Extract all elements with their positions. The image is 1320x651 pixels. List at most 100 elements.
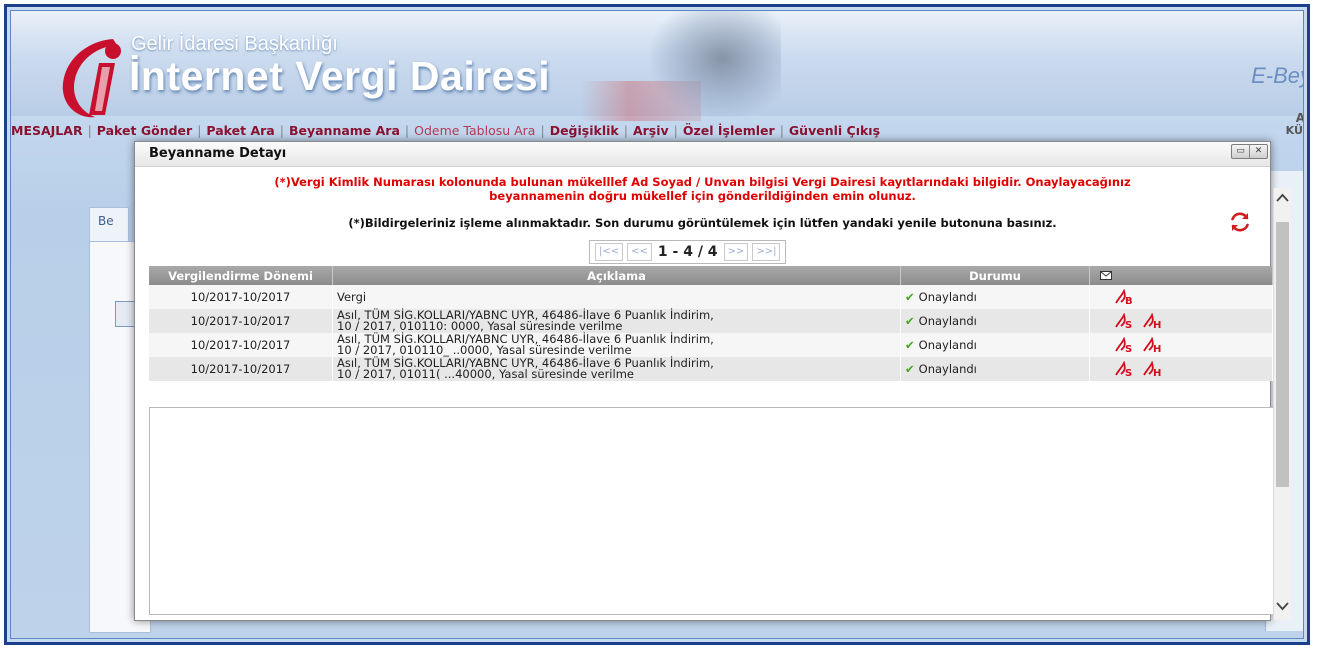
cell-aciklama: Asıl, TÜM SİG.KOLLARI/YABNC UYR, 46486-İ… xyxy=(332,333,901,357)
envelope-icon xyxy=(1100,270,1112,280)
status-text: Onaylandı xyxy=(918,290,977,304)
pdf-icon[interactable]: S xyxy=(1114,361,1136,377)
pdf-icon[interactable]: H xyxy=(1142,337,1164,353)
cell-aciklama-line: 10 / 2017, 010110_ ..0000, Yasal süresin… xyxy=(337,343,632,357)
cell-durum: ✔ Onaylandı xyxy=(900,285,1090,309)
menu-item-mesajlar[interactable]: MESAJLAR xyxy=(11,123,83,138)
site-header: Gelir İdaresi Başkanlığı İnternet Vergi … xyxy=(11,11,1303,121)
status-text: Onaylandı xyxy=(918,314,977,328)
menu-item-guvenli-cikis[interactable]: Güvenli Çıkış xyxy=(789,123,880,138)
dialog-titlebar: Beyanname Detayı ▭ ✕ xyxy=(135,142,1270,167)
column-header-donem[interactable]: Vergilendirme Dönemi xyxy=(149,266,333,285)
cell-durum: ✔ Onaylandı xyxy=(900,333,1090,357)
check-icon: ✔ xyxy=(905,362,915,376)
status-text: Onaylandı xyxy=(918,338,977,352)
pdf-icon-letter: H xyxy=(1153,368,1161,377)
cell-donem: 10/2017-10/2017 xyxy=(149,309,333,333)
warning-line-2: beyannamenin doğru mükellef için gönderi… xyxy=(489,189,916,203)
menu-item-beyanname-ara[interactable]: Beyanname Ara xyxy=(289,123,400,138)
page-info: 1 - 4 / 4 xyxy=(657,244,718,260)
pagination: |<< << 1 - 4 / 4 >> >>| xyxy=(589,240,787,264)
cell-aciklama: Asıl, TÜM SİG.KOLLARI/YABNC UYR, 46486-İ… xyxy=(332,357,901,381)
menu-separator: | xyxy=(673,123,678,138)
menu-separator: | xyxy=(404,123,410,138)
refresh-icon[interactable] xyxy=(1228,210,1252,234)
detail-panel xyxy=(149,407,1275,615)
table-header-row: Vergilendirme Dönemi Açıklama Durumu xyxy=(149,266,1273,285)
first-page-button[interactable]: |<< xyxy=(595,243,624,261)
cell-durum: ✔ Onaylandı xyxy=(900,309,1090,333)
column-header-durum[interactable]: Durumu xyxy=(900,266,1090,285)
check-icon: ✔ xyxy=(905,338,915,352)
pdf-icon-letter: B xyxy=(1125,296,1133,305)
pdf-icon[interactable]: H xyxy=(1142,361,1164,377)
cell-aciklama: Vergi xyxy=(332,285,901,309)
column-header-aciklama[interactable]: Açıklama xyxy=(332,266,901,285)
check-icon: ✔ xyxy=(905,314,915,328)
pdf-icon-letter: H xyxy=(1153,320,1161,329)
cell-donem: 10/2017-10/2017 xyxy=(149,333,333,357)
portrait-image xyxy=(651,11,781,117)
pdf-icon-letter: S xyxy=(1125,344,1132,353)
site-title: İnternet Vergi Dairesi xyxy=(129,53,551,99)
cell-donem: 10/2017-10/2017 xyxy=(149,285,333,309)
gib-logo xyxy=(62,39,121,118)
cell-aciklama-line: 10 / 2017, 010110: 0000, Yasal süresinde… xyxy=(337,319,623,333)
window-controls: ▭ ✕ xyxy=(1231,144,1268,159)
pdf-icon[interactable]: H xyxy=(1142,313,1164,329)
column-header-mail xyxy=(1089,266,1273,285)
info-message: (*)Bildirgeleriniz işleme alınmaktadır. … xyxy=(348,216,1057,230)
cell-actions: S H xyxy=(1089,357,1273,381)
menu-separator: | xyxy=(623,123,628,138)
table-row[interactable]: 10/2017-10/2017 Vergi ✔ Onaylandı B xyxy=(149,285,1273,309)
cell-aciklama: Asıl, TÜM SİG.KOLLARI/YABNC UYR, 46486-İ… xyxy=(332,309,901,333)
app-frame: Gelir İdaresi Başkanlığı İnternet Vergi … xyxy=(4,4,1310,645)
table-row[interactable]: 10/2017-10/2017 Asıl, TÜM SİG.KOLLARI/YA… xyxy=(149,309,1273,333)
menu-item-arsiv[interactable]: Arşiv xyxy=(633,123,669,138)
maximize-button[interactable]: ▭ xyxy=(1232,145,1249,158)
table-row[interactable]: 10/2017-10/2017 Asıl, TÜM SİG.KOLLARI/YA… xyxy=(149,357,1273,381)
menu-item-paket-ara[interactable]: Paket Ara xyxy=(206,123,274,138)
vertical-scrollbar[interactable] xyxy=(1273,188,1291,620)
previous-page-button[interactable]: << xyxy=(627,243,652,261)
menu-right-fragment: A xyxy=(1296,111,1303,125)
app-window: Gelir İdaresi Başkanlığı İnternet Vergi … xyxy=(10,10,1304,639)
cell-actions: S H xyxy=(1089,333,1273,357)
menu-item-kucuk[interactable]: KÜÇ xyxy=(1286,124,1303,137)
cell-durum: ✔ Onaylandı xyxy=(900,357,1090,381)
product-name: E-Bey xyxy=(1251,63,1303,88)
pdf-icon-letter: H xyxy=(1153,344,1161,353)
pdf-icon[interactable]: S xyxy=(1114,313,1136,329)
close-button[interactable]: ✕ xyxy=(1249,145,1267,158)
table-row[interactable]: 10/2017-10/2017 Asıl, TÜM SİG.KOLLARI/YA… xyxy=(149,333,1273,357)
cell-aciklama-line: 10 / 2017, 01011( ...40000, Yasal süresi… xyxy=(337,367,634,381)
last-page-button[interactable]: >>| xyxy=(752,243,781,261)
cell-aciklama-line: Vergi xyxy=(337,289,367,304)
menu-separator: | xyxy=(540,123,545,138)
beyanname-detay-dialog: Beyanname Detayı ▭ ✕ (*)Vergi Kimlik Num… xyxy=(134,141,1291,621)
menu-item-ozel-islemler[interactable]: Özel İşlemler xyxy=(683,123,775,138)
warning-line-1: (*)Vergi Kimlik Numarası kolonunda bulun… xyxy=(274,175,1131,189)
cell-actions: B xyxy=(1089,285,1273,309)
scroll-up-icon[interactable] xyxy=(1274,190,1291,206)
pdf-icon-letter: S xyxy=(1125,320,1132,329)
dialog-title: Beyanname Detayı xyxy=(149,146,287,161)
menu-item-degisiklik[interactable]: Değişiklik xyxy=(550,123,619,138)
cell-donem: 10/2017-10/2017 xyxy=(149,357,333,381)
menu-separator: | xyxy=(87,123,92,138)
pdf-icon[interactable]: S xyxy=(1114,337,1136,353)
pdf-icon-letter: S xyxy=(1125,368,1132,377)
menu-separator: | xyxy=(279,123,284,138)
menu-item-odeme-tablosu-ara[interactable]: Odeme Tablosu Ara xyxy=(414,123,535,138)
next-page-button[interactable]: >> xyxy=(723,243,749,261)
background-tab: Be xyxy=(89,207,129,243)
menu-separator: | xyxy=(779,123,784,138)
menu-item-paket-gonder[interactable]: Paket Gönder xyxy=(97,123,192,138)
cell-actions: S H xyxy=(1089,309,1273,333)
check-icon: ✔ xyxy=(905,290,915,304)
scrollbar-thumb[interactable] xyxy=(1276,222,1289,487)
pdf-icon[interactable]: B xyxy=(1114,289,1136,305)
status-text: Onaylandı xyxy=(918,362,977,376)
beyanname-table: Vergilendirme Dönemi Açıklama Durumu 10/… xyxy=(149,266,1273,381)
scroll-down-icon[interactable] xyxy=(1274,598,1291,614)
